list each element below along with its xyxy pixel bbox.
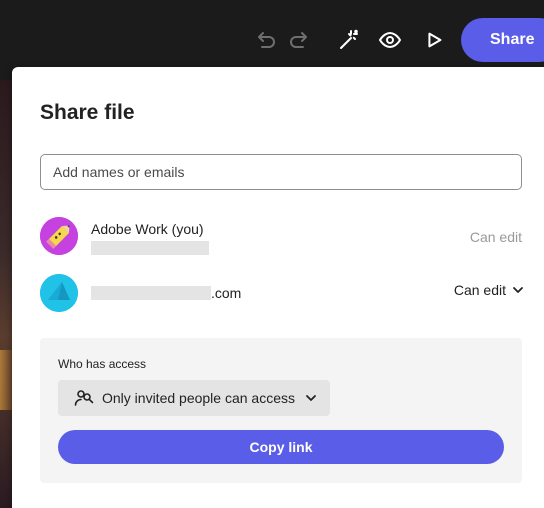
access-dropdown-label: Only invited people can access — [102, 390, 295, 406]
canvas-background-detail — [0, 350, 12, 410]
permission-dropdown-label: Can edit — [453, 282, 506, 298]
people-icon — [74, 390, 94, 406]
redo-icon[interactable] — [283, 24, 315, 56]
permission-label: Can edit — [469, 229, 522, 245]
add-names-input[interactable] — [40, 154, 522, 190]
redacted-email — [91, 286, 211, 300]
undo-icon[interactable] — [250, 24, 282, 56]
magic-wand-icon[interactable] — [332, 24, 364, 56]
chevron-down-icon — [306, 395, 316, 401]
person-name: Adobe Work (you) — [91, 221, 204, 237]
access-dropdown[interactable]: Only invited people can access — [58, 380, 330, 416]
copy-link-button[interactable]: Copy link — [58, 430, 504, 464]
triangle-avatar-icon — [40, 274, 78, 312]
dialog-title: Share file — [40, 101, 135, 124]
redacted-email — [91, 241, 209, 255]
access-label: Who has access — [58, 357, 147, 371]
access-settings: Who has access Only invited people can a… — [40, 338, 522, 483]
canvas-background — [0, 80, 12, 508]
person-email-suffix: .com — [211, 285, 242, 301]
preview-eye-icon[interactable] — [374, 24, 406, 56]
play-icon[interactable] — [418, 24, 450, 56]
share-button[interactable]: Share — [461, 18, 544, 62]
share-dialog: Share file Adobe Work (you) Can edit .co… — [12, 67, 544, 508]
pencil-avatar-icon — [40, 217, 78, 255]
permission-dropdown[interactable]: Can edit — [454, 282, 524, 298]
chevron-down-icon — [513, 287, 523, 293]
